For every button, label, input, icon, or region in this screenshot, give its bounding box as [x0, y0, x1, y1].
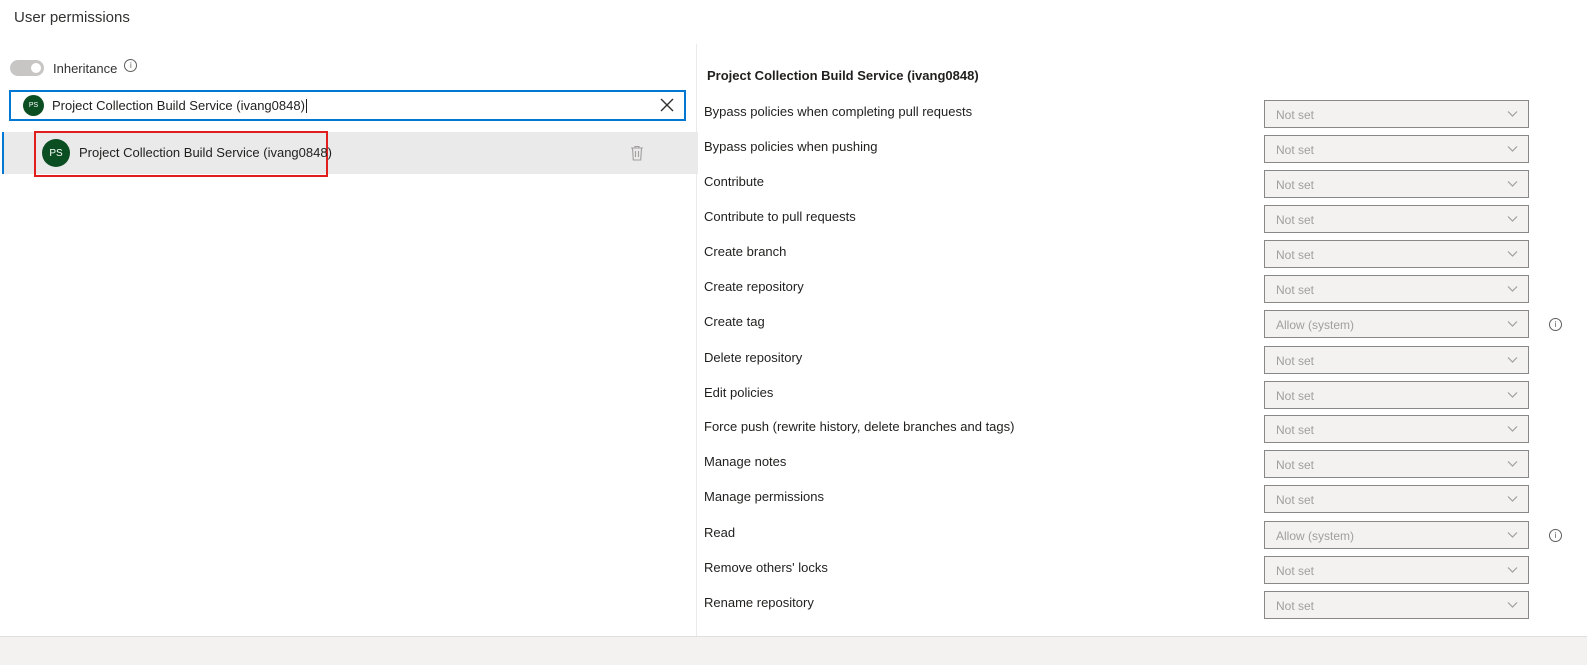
chevron-down-icon	[1507, 392, 1518, 398]
permission-label: Bypass policies when pushing	[704, 139, 878, 154]
close-icon	[660, 98, 674, 112]
permission-value: Not set	[1276, 248, 1315, 262]
permission-row: Delete repository Not set	[697, 346, 1587, 374]
permission-dropdown[interactable]: Allow (system)	[1264, 521, 1529, 549]
chevron-down-icon	[1507, 461, 1518, 467]
permission-row: Create branch Not set	[697, 240, 1587, 268]
chevron-down-icon	[1507, 181, 1518, 187]
trash-icon[interactable]	[630, 145, 644, 161]
permission-dropdown[interactable]: Not set	[1264, 346, 1529, 374]
permission-label: Create repository	[704, 279, 804, 294]
chevron-down-icon	[1507, 251, 1518, 257]
footer-bar	[0, 636, 1587, 665]
identity-list-item[interactable]: PS Project Collection Build Service (iva…	[2, 131, 698, 177]
permission-dropdown[interactable]: Not set	[1264, 170, 1529, 198]
avatar: PS	[23, 95, 44, 116]
permission-row: Manage notes Not set	[697, 450, 1587, 478]
permission-row: Bypass policies when completing pull req…	[697, 100, 1587, 128]
inheritance-label: Inheritance	[53, 60, 118, 76]
permission-dropdown[interactable]: Not set	[1264, 415, 1529, 443]
permission-value: Not set	[1276, 143, 1315, 157]
permission-row: Force push (rewrite history, delete bran…	[697, 415, 1587, 443]
permission-dropdown[interactable]: Not set	[1264, 485, 1529, 513]
permission-value: Not set	[1276, 493, 1315, 507]
chevron-down-icon	[1507, 286, 1518, 292]
permission-label: Contribute	[704, 174, 764, 189]
info-icon[interactable]: i	[124, 58, 138, 72]
permission-value: Not set	[1276, 458, 1315, 472]
chevron-down-icon	[1507, 532, 1518, 538]
permission-dropdown[interactable]: Not set	[1264, 135, 1529, 163]
permission-dropdown[interactable]: Not set	[1264, 205, 1529, 233]
permission-label: Force push (rewrite history, delete bran…	[704, 419, 1015, 434]
permission-value: Not set	[1276, 389, 1315, 403]
identity-pane: Inheritance i PS Project Collection Buil…	[0, 44, 698, 636]
permission-value: Not set	[1276, 599, 1315, 613]
permission-label: Create tag	[704, 314, 765, 329]
permission-value: Allow (system)	[1276, 529, 1355, 543]
selected-identity-title: Project Collection Build Service (ivang0…	[707, 68, 979, 83]
permission-value: Not set	[1276, 564, 1315, 578]
permission-value: Not set	[1276, 423, 1315, 437]
permission-dropdown[interactable]: Not set	[1264, 450, 1529, 478]
permission-row: Edit policies Not set	[697, 381, 1587, 409]
permission-row: Remove others' locks Not set	[697, 556, 1587, 584]
chevron-down-icon	[1507, 321, 1518, 327]
permission-label: Edit policies	[704, 385, 774, 400]
search-value[interactable]: Project Collection Build Service (ivang0…	[52, 98, 307, 114]
permissions-pane: Project Collection Build Service (ivang0…	[697, 44, 1587, 636]
permission-row: Contribute Not set	[697, 170, 1587, 198]
permission-label: Read	[704, 525, 736, 540]
permission-label: Contribute to pull requests	[704, 209, 856, 224]
permission-row: Manage permissions Not set	[697, 485, 1587, 513]
chevron-down-icon	[1507, 111, 1518, 117]
permission-value: Not set	[1276, 283, 1315, 297]
permission-dropdown[interactable]: Not set	[1264, 381, 1529, 409]
chevron-down-icon	[1507, 357, 1518, 363]
chevron-down-icon	[1507, 496, 1518, 502]
permission-label: Delete repository	[704, 350, 803, 365]
permission-row: Read Allow (system) i	[697, 521, 1587, 549]
permission-dropdown[interactable]: Allow (system)	[1264, 310, 1529, 338]
permission-value: Not set	[1276, 213, 1315, 227]
permission-row: Rename repository Not set	[697, 591, 1587, 619]
permission-row: Contribute to pull requests Not set	[697, 205, 1587, 233]
permission-dropdown[interactable]: Not set	[1264, 240, 1529, 268]
permission-row: Create tag Allow (system) i	[697, 310, 1587, 338]
permission-value: Not set	[1276, 108, 1315, 122]
permission-label: Manage permissions	[704, 489, 824, 504]
permission-dropdown[interactable]: Not set	[1264, 100, 1529, 128]
permission-label: Rename repository	[704, 595, 814, 610]
info-icon[interactable]: i	[1549, 318, 1562, 331]
identity-name: Project Collection Build Service (ivang0…	[79, 145, 332, 160]
identity-search-input[interactable]: PS Project Collection Build Service (iva…	[9, 90, 686, 121]
permission-row: Bypass policies when pushing Not set	[697, 135, 1587, 163]
inheritance-toggle-row: Inheritance i	[10, 58, 138, 78]
chevron-down-icon	[1507, 146, 1518, 152]
permission-label: Remove others' locks	[704, 560, 828, 575]
chevron-down-icon	[1507, 567, 1518, 573]
info-icon[interactable]: i	[1549, 529, 1562, 542]
permission-dropdown[interactable]: Not set	[1264, 591, 1529, 619]
inheritance-toggle[interactable]	[10, 60, 44, 76]
permission-dropdown[interactable]: Not set	[1264, 556, 1529, 584]
permission-label: Create branch	[704, 244, 787, 259]
permission-label: Bypass policies when completing pull req…	[704, 104, 973, 119]
chevron-down-icon	[1507, 426, 1518, 432]
chevron-down-icon	[1507, 216, 1518, 222]
page-title: User permissions	[14, 9, 130, 26]
permission-value: Not set	[1276, 178, 1315, 192]
permission-row: Create repository Not set	[697, 275, 1587, 303]
permission-value: Not set	[1276, 354, 1315, 368]
permission-label: Manage notes	[704, 454, 787, 469]
permission-dropdown[interactable]: Not set	[1264, 275, 1529, 303]
permission-value: Allow (system)	[1276, 318, 1355, 332]
avatar: PS	[42, 139, 70, 167]
clear-search-button[interactable]	[658, 96, 676, 114]
chevron-down-icon	[1507, 602, 1518, 608]
